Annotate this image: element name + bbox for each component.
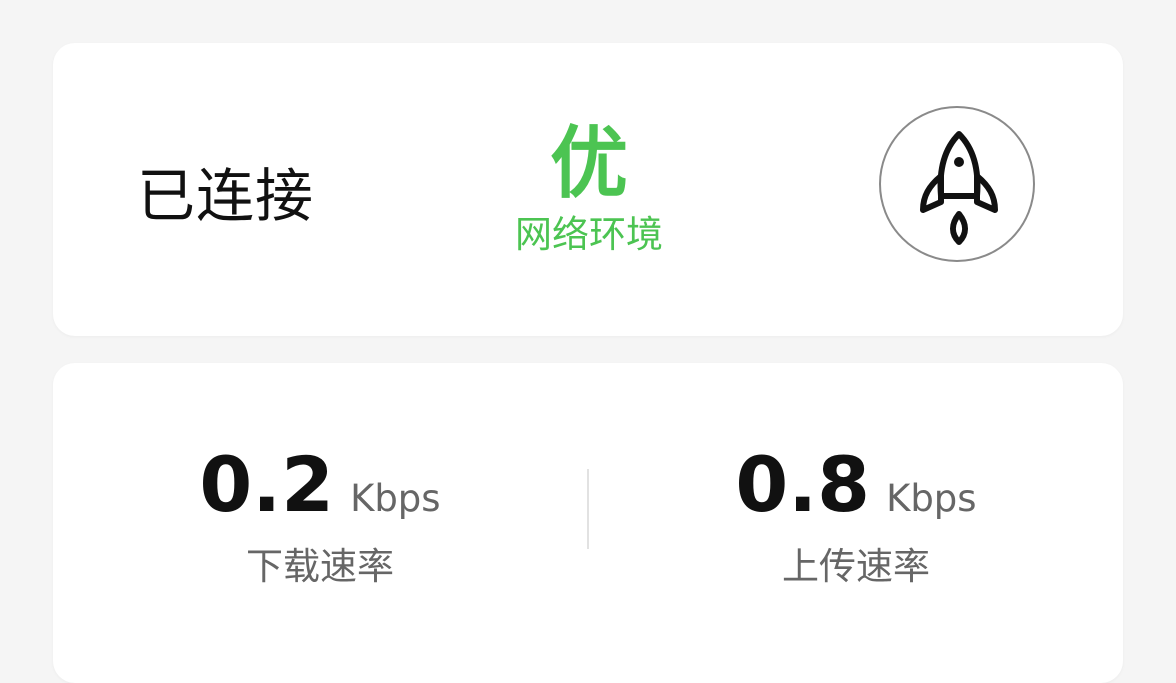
download-speed-label: 下载速率 [246, 545, 394, 588]
connection-status-label: 已连接 [137, 162, 315, 230]
rocket-icon [920, 131, 998, 245]
network-quality: 优 网络环境 [449, 119, 729, 257]
connection-status-card: 已连接 优 网络环境 [53, 43, 1123, 336]
download-speed-unit: Kbps [350, 477, 441, 520]
upload-speed-label: 上传速率 [782, 545, 930, 588]
upload-speed-value: 0.8 [735, 440, 871, 529]
download-speed-value: 0.2 [199, 440, 335, 529]
download-speed: 0.2 Kbps 下载速率 [120, 443, 520, 589]
speed-card: 0.2 Kbps 下载速率 0.8 Kbps 上传速率 [53, 363, 1123, 683]
boost-button[interactable] [879, 106, 1035, 262]
network-quality-label: 网络环境 [515, 213, 663, 256]
network-quality-grade: 优 [549, 119, 628, 209]
upload-speed-unit: Kbps [886, 477, 977, 520]
speed-divider [587, 469, 589, 549]
upload-speed: 0.8 Kbps 上传速率 [656, 443, 1056, 589]
